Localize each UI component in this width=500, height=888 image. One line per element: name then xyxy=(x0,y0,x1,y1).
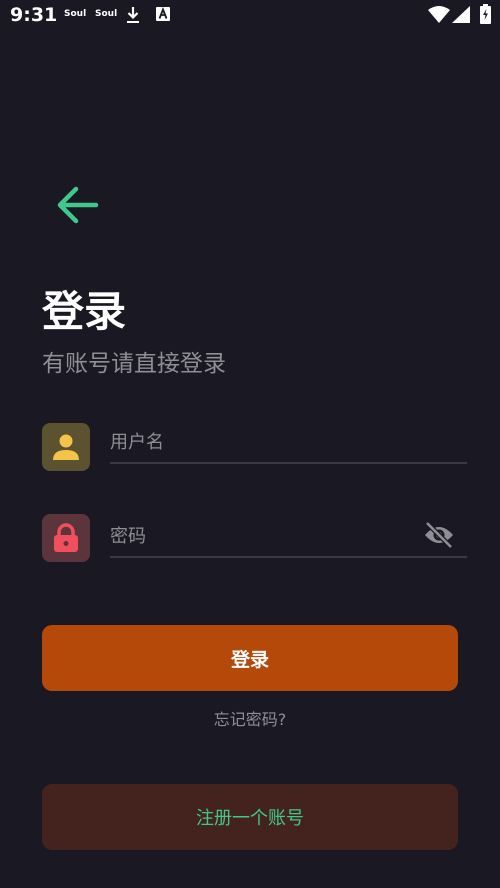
wifi-icon xyxy=(428,6,450,23)
username-icon-box xyxy=(42,423,90,471)
download-icon xyxy=(127,7,139,23)
page-title: 登录 xyxy=(42,287,127,336)
register-button[interactable]: 注册一个账号 xyxy=(42,784,458,850)
arrow-left-icon xyxy=(57,186,99,224)
signal-icon xyxy=(452,6,470,23)
password-field[interactable] xyxy=(110,518,467,558)
login-button[interactable]: 登录 xyxy=(42,625,458,691)
page-subtitle: 有账号请直接登录 xyxy=(42,351,226,377)
username-input[interactable] xyxy=(110,424,410,460)
status-bar: 9:31 Soul Soul xyxy=(0,0,500,30)
password-input[interactable] xyxy=(110,518,410,554)
a-app-icon xyxy=(156,7,170,21)
eye-off-icon[interactable] xyxy=(423,521,455,549)
back-button[interactable] xyxy=(54,184,100,226)
battery-charging-icon xyxy=(480,4,491,24)
password-icon-box xyxy=(42,514,90,562)
username-field[interactable] xyxy=(110,424,467,464)
forgot-password-link[interactable]: 忘记密码? xyxy=(0,706,500,730)
lock-icon xyxy=(54,523,78,552)
status-time: 9:31 xyxy=(10,4,58,26)
person-icon xyxy=(53,434,79,460)
notification-soul-2: Soul xyxy=(95,9,118,19)
notification-soul-1: Soul xyxy=(64,9,87,19)
